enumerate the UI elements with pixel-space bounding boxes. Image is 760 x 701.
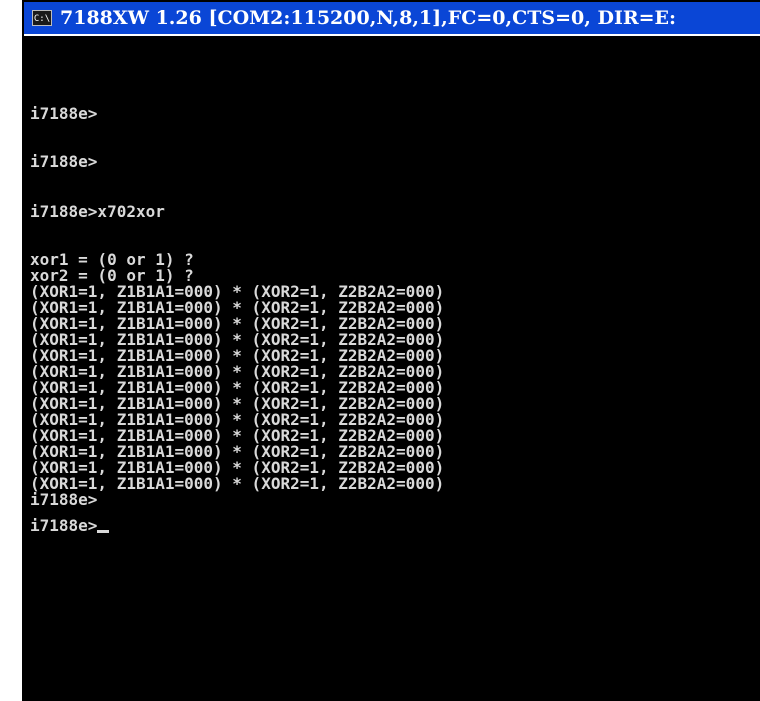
- console-line: i7188e>: [30, 490, 98, 509]
- up-arrow-icon: [299, 679, 325, 699]
- up-arrow-icon: [676, 679, 702, 699]
- console-prompt-line[interactable]: i7188e>: [30, 516, 110, 535]
- console-window-icon[interactable]: C:\: [32, 10, 52, 26]
- console-output[interactable]: i7188e> i7188e> i7188e>x702xor xor1 = (0…: [30, 48, 760, 701]
- title-bar[interactable]: C:\ 7188XW 1.26 [COM2:115200,N,8,1],FC=0…: [24, 2, 760, 36]
- console-window: C:\ 7188XW 1.26 [COM2:115200,N,8,1],FC=0…: [22, 0, 760, 701]
- text-cursor: [97, 530, 110, 533]
- console-line: i7188e>: [30, 104, 98, 123]
- console-prompt: i7188e>: [30, 516, 98, 535]
- window-title: 7188XW 1.26 [COM2:115200,N,8,1],FC=0,CTS…: [60, 7, 677, 29]
- console-line: i7188e>x702xor: [30, 202, 165, 221]
- console-line: i7188e>: [30, 152, 98, 171]
